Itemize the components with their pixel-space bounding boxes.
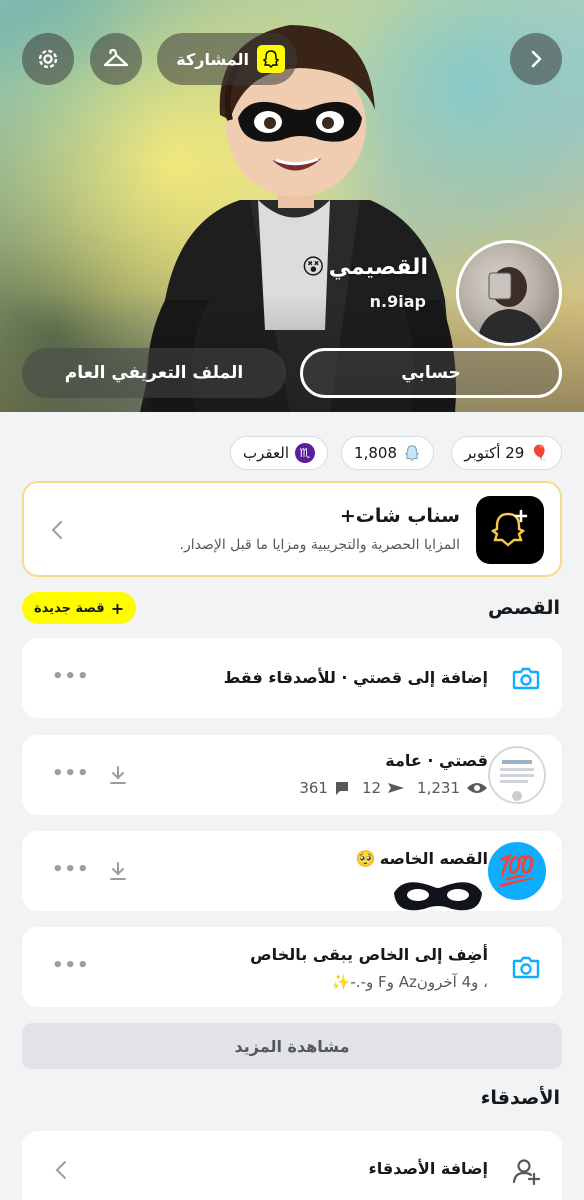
display-name: القصيمي — [328, 255, 428, 280]
birthday-badge[interactable]: 🎈 29 أكتوبر — [451, 436, 562, 470]
snapchat-plus-subtitle: المزايا الحصرية والتجريبية ومزايا ما قبل… — [179, 537, 460, 553]
story-title-row: القصه الخاصه 🥺 — [356, 849, 488, 868]
camera-icon — [512, 956, 540, 979]
story-subtitle: ، و4 آخرونAz وF و-.-✨ — [331, 973, 488, 991]
camera-icon — [512, 667, 540, 690]
reply-icon — [335, 782, 348, 795]
download-icon[interactable] — [108, 765, 128, 785]
ghost-icon — [404, 445, 420, 461]
add-friend-icon — [512, 1159, 540, 1185]
add-friends-label: إضافة الأصدقاء — [368, 1159, 488, 1178]
snapchat-plus-card[interactable]: سناب شات+ المزايا الحصرية والتجريبية ومز… — [22, 481, 562, 577]
story-title: قصتي · عامة — [385, 751, 488, 770]
share-arrows-icon — [388, 783, 405, 793]
story-emoji: 🥺 — [355, 849, 376, 868]
story-title: القصه الخاصه — [379, 849, 488, 868]
story-row-add-private[interactable]: أضِف إلى الخاص يبقى بالخاص ، و4 آخرونAz … — [22, 927, 562, 1007]
chevron-left-icon — [51, 521, 62, 539]
more-options-icon[interactable]: ••• — [52, 666, 90, 687]
snapchat-plus-title: سناب شات+ — [339, 505, 460, 527]
chevron-left-icon — [55, 1161, 66, 1179]
download-icon[interactable] — [108, 861, 128, 881]
stories-section-title: القصص — [488, 597, 560, 619]
more-options-icon[interactable]: ••• — [52, 859, 90, 880]
story-row-public[interactable]: قصتي · عامة 1,231 12 361 ••• — [22, 735, 562, 815]
add-friends-row[interactable]: إضافة الأصدقاء — [22, 1131, 562, 1200]
profile-photo-image — [477, 267, 545, 343]
story-thumbnail — [488, 746, 546, 804]
birthday-text: 29 أكتوبر — [464, 444, 525, 462]
story-row-add-friends-only[interactable]: إضافة إلى قصتي · للأصدقاء فقط ••• — [22, 638, 562, 718]
tab-my-account[interactable]: حسابي — [300, 348, 562, 398]
display-name-row: القصيمي 😵 — [302, 255, 428, 280]
shares-count: 12 — [361, 779, 382, 797]
name-emoji: 😵 — [301, 255, 325, 280]
profile-photo[interactable] — [456, 240, 562, 346]
story-title: أضِف إلى الخاص يبقى بالخاص — [250, 945, 488, 964]
snap-score-badge[interactable]: 1,808 — [341, 436, 434, 470]
replies-count: 361 — [299, 779, 328, 797]
mask-sticker-icon — [394, 882, 482, 911]
wardrobe-button[interactable] — [90, 33, 142, 85]
hanger-icon — [103, 48, 129, 67]
new-story-label: قصة جديدة — [34, 600, 105, 616]
plus-icon: + — [110, 598, 125, 618]
story-row-private[interactable]: 💯 القصه الخاصه 🥺 ••• — [22, 831, 562, 911]
story-thumbnail: 💯 — [488, 842, 546, 900]
more-options-icon[interactable]: ••• — [52, 955, 90, 976]
snapcode-icon — [257, 45, 285, 73]
friends-section-title: الأصدقاء — [480, 1087, 560, 1109]
gear-icon — [38, 49, 58, 69]
story-title: إضافة إلى قصتي · للأصدقاء فقط — [223, 668, 488, 687]
settings-button[interactable] — [22, 33, 74, 85]
share-label: المشاركة — [176, 49, 249, 69]
see-more-button[interactable]: مشاهدة المزيد — [22, 1023, 562, 1069]
story-stats: 1,231 12 361 — [299, 779, 488, 797]
tab-public-profile[interactable]: الملف التعريفي العام — [22, 348, 286, 398]
forward-button[interactable] — [510, 33, 562, 85]
username: n.9iap — [369, 292, 426, 311]
snap-score-text: 1,808 — [354, 444, 397, 462]
new-story-button[interactable]: + قصة جديدة — [22, 592, 137, 624]
eye-icon — [467, 783, 487, 793]
share-button[interactable]: المشاركة — [157, 33, 297, 85]
zodiac-icon: ♏ — [295, 443, 315, 463]
views-count: 1,231 — [417, 779, 460, 797]
balloon-icon: 🎈 — [530, 444, 549, 462]
chevron-right-icon — [531, 50, 542, 68]
more-options-icon[interactable]: ••• — [52, 763, 90, 784]
profile-hero: المشاركة القصيمي 😵 n.9iap حسابي الملف ال… — [0, 0, 584, 412]
zodiac-badge[interactable]: ♏ العقرب — [230, 436, 328, 470]
snapchat-plus-icon — [476, 496, 544, 564]
zodiac-text: العقرب — [243, 444, 289, 462]
